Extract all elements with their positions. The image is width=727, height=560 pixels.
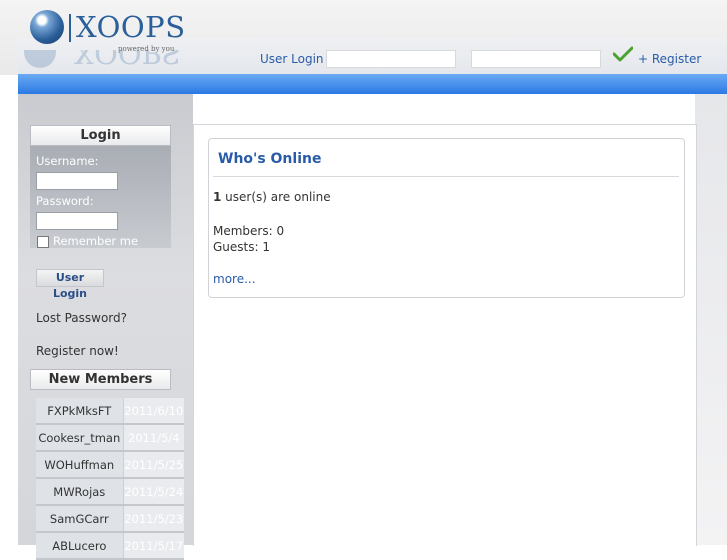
password-input[interactable] (36, 212, 118, 230)
member-join-date: 2011/6/10 (123, 398, 184, 425)
member-join-date: 2011/5/24 (123, 478, 184, 506)
logo-reflection: XOOPS (22, 50, 182, 72)
header-username-input[interactable] (326, 50, 456, 68)
xoops-globe-icon (30, 10, 64, 44)
header-register-link[interactable]: + Register (638, 52, 701, 66)
nav-bar (18, 74, 727, 94)
table-row: ABLucero 2011/5/17 (36, 532, 184, 560)
new-members-table: FXPkMksFT 2011/6/10 Cookesr_tman 2011/5/… (36, 398, 184, 560)
more-link[interactable]: more... (213, 272, 256, 286)
remember-me-checkbox[interactable] (37, 236, 49, 248)
login-block-title: Login (30, 125, 171, 146)
site-logo[interactable]: XOOPS powered by you (30, 8, 185, 53)
member-join-date: 2011/5/25 (123, 451, 184, 479)
table-row: FXPkMksFT 2011/6/10 (36, 398, 184, 425)
right-margin (695, 94, 727, 545)
member-name-link[interactable]: Cookesr_tman (36, 424, 124, 452)
member-name-link[interactable]: WOHuffman (36, 451, 124, 479)
member-join-date: 2011/5/4 (123, 424, 184, 452)
member-name-link[interactable]: MWRojas (36, 478, 124, 506)
remember-me-label: Remember me (53, 234, 139, 248)
guests-online: Guests: 1 (213, 240, 270, 254)
member-join-date: 2011/5/17 (123, 532, 184, 560)
table-row: Cookesr_tman 2011/5/4 (36, 424, 184, 452)
username-label: Username: (36, 154, 99, 168)
header-password-input[interactable] (471, 50, 601, 68)
logo-divider (69, 14, 71, 42)
username-input[interactable] (36, 172, 118, 190)
members-online: Members: 0 (213, 224, 285, 238)
header-user-login-label: User Login (260, 52, 324, 66)
member-name-link[interactable]: SamGCarr (36, 505, 124, 533)
member-name-link[interactable]: ABLucero (36, 532, 124, 560)
login-button[interactable]: User Login (36, 269, 104, 300)
online-count-suffix: user(s) are online (221, 190, 331, 204)
lost-password-link[interactable]: Lost Password? (36, 311, 127, 325)
table-row: SamGCarr 2011/5/23 (36, 505, 184, 533)
title-divider (213, 176, 679, 177)
table-row: MWRojas 2011/5/24 (36, 478, 184, 506)
password-label: Password: (36, 194, 94, 208)
whos-online-title: Who's Online (218, 151, 322, 167)
member-join-date: 2011/5/23 (123, 505, 184, 533)
table-row: WOHuffman 2011/5/25 (36, 451, 184, 479)
new-members-title: New Members (30, 369, 171, 390)
online-count-text: 1 user(s) are online (213, 190, 331, 204)
checkmark-icon[interactable] (613, 46, 633, 62)
register-now-link[interactable]: Register now! (36, 344, 119, 358)
logo-text: XOOPS (76, 10, 186, 44)
member-name-link[interactable]: FXPkMksFT (36, 398, 124, 425)
